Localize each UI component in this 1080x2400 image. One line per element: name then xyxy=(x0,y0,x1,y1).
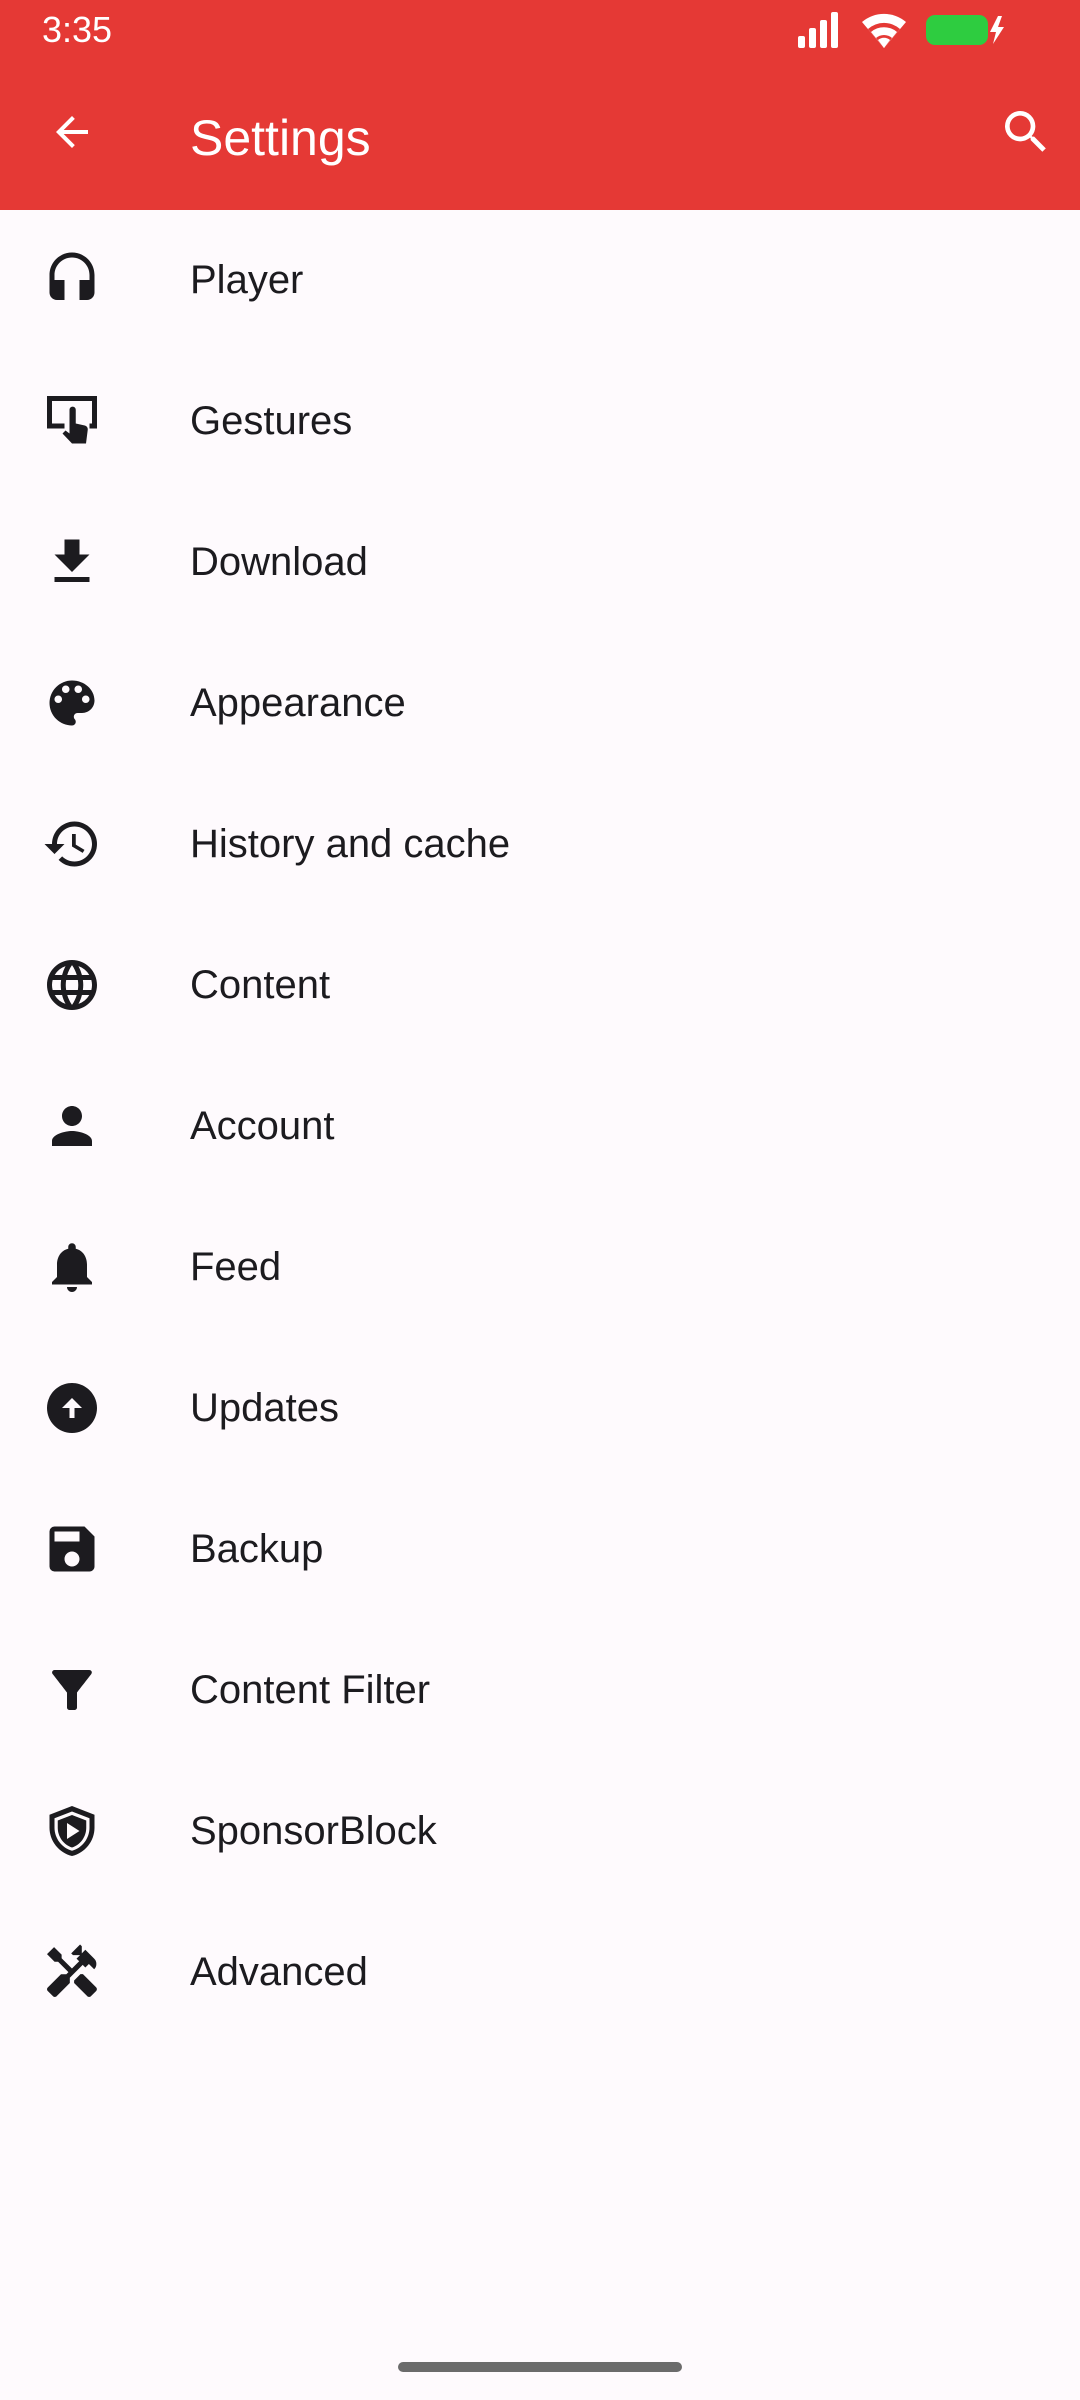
bell-icon xyxy=(36,1231,108,1303)
page-title: Settings xyxy=(190,110,371,166)
settings-item-label: Advanced xyxy=(190,1950,368,1994)
settings-item-label: Backup xyxy=(190,1527,324,1571)
settings-screen: 3:35 Settings Player Gestures Download A… xyxy=(0,0,1080,2400)
filter-icon xyxy=(36,1654,108,1726)
settings-item-label: Download xyxy=(190,540,368,584)
settings-item-label: Content Filter xyxy=(190,1668,431,1712)
settings-item-label: Player xyxy=(190,258,304,302)
globe-icon xyxy=(36,949,108,1021)
settings-item-label: Gestures xyxy=(190,399,353,443)
settings-item-label: SponsorBlock xyxy=(190,1809,437,1853)
person-icon xyxy=(36,1090,108,1162)
arrow-back-icon xyxy=(56,116,88,148)
settings-item-label: History and cache xyxy=(190,822,511,866)
back-button[interactable] xyxy=(36,96,108,168)
download-icon xyxy=(36,526,108,598)
tools-icon xyxy=(36,1936,108,2008)
shield-play-icon xyxy=(36,1795,108,1867)
settings-item-sponsorblock[interactable]: SponsorBlock xyxy=(0,1761,1080,1902)
status-time: 3:35 xyxy=(42,9,113,50)
settings-item-label: Content xyxy=(190,963,331,1007)
wifi-icon xyxy=(860,10,908,50)
battery-icon xyxy=(924,10,1008,50)
settings-item-content[interactable]: Content xyxy=(0,915,1080,1056)
settings-list: Player Gestures Download Appearance Hist… xyxy=(0,210,1080,2043)
settings-item-feed[interactable]: Feed xyxy=(0,1197,1080,1338)
settings-item-label: Feed xyxy=(190,1245,282,1289)
search-button[interactable] xyxy=(990,96,1062,168)
palette-icon xyxy=(36,667,108,739)
headphones-icon xyxy=(36,244,108,316)
search-icon xyxy=(1005,111,1046,152)
settings-item-gestures[interactable]: Gestures xyxy=(0,351,1080,492)
upload-circle-icon xyxy=(36,1372,108,1444)
history-icon xyxy=(36,808,108,880)
save-icon xyxy=(36,1513,108,1585)
settings-item-label: Updates xyxy=(190,1386,339,1430)
signal-icon xyxy=(796,10,844,50)
settings-item-history-and-cache[interactable]: History and cache xyxy=(0,774,1080,915)
settings-item-download[interactable]: Download xyxy=(0,492,1080,633)
settings-item-label: Account xyxy=(190,1104,335,1148)
status-icons xyxy=(796,8,1008,52)
settings-item-updates[interactable]: Updates xyxy=(0,1338,1080,1479)
settings-item-account[interactable]: Account xyxy=(0,1056,1080,1197)
home-indicator[interactable] xyxy=(398,2362,682,2372)
settings-item-advanced[interactable]: Advanced xyxy=(0,1902,1080,2043)
settings-item-label: Appearance xyxy=(190,681,406,725)
settings-item-backup[interactable]: Backup xyxy=(0,1479,1080,1620)
settings-item-content-filter[interactable]: Content Filter xyxy=(0,1620,1080,1761)
gesture-tap-icon xyxy=(36,385,108,457)
app-bar: 3:35 Settings xyxy=(0,0,1080,210)
settings-item-appearance[interactable]: Appearance xyxy=(0,633,1080,774)
settings-item-player[interactable]: Player xyxy=(0,210,1080,351)
